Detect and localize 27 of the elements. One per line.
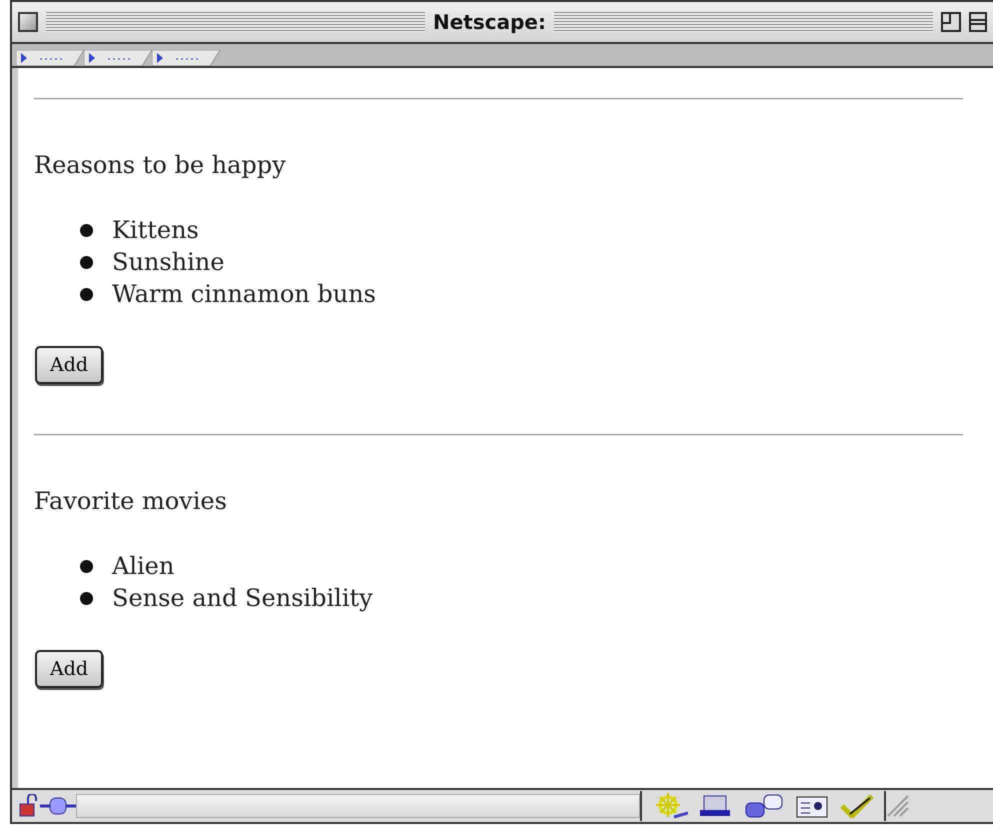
add-button[interactable]: Add	[35, 650, 104, 688]
bullet-icon	[80, 288, 93, 300]
zoom-box-icon[interactable]	[941, 12, 961, 32]
bullet-icon	[80, 592, 93, 604]
list-item: Warm cinnamon buns	[112, 280, 376, 308]
list-item: Kittens	[112, 216, 199, 244]
section-heading: Favorite movies	[34, 486, 228, 516]
bullet-icon	[80, 224, 93, 236]
tab-icon[interactable]	[16, 50, 84, 66]
list-item: Alien	[112, 552, 174, 580]
title-bar-stripes[interactable]	[554, 12, 933, 32]
list-item: Sense and Sensibility	[112, 584, 373, 612]
bullet-icon	[80, 256, 93, 268]
title-bar-stripes[interactable]	[46, 12, 425, 32]
tab-icon[interactable]	[152, 50, 220, 66]
resize-grip-icon[interactable]	[886, 794, 910, 818]
address-card-icon[interactable]	[796, 794, 828, 818]
tab-icon[interactable]	[84, 50, 152, 66]
lock-icon[interactable]	[18, 794, 40, 818]
close-box-icon[interactable]	[18, 12, 38, 32]
collapse-box-icon[interactable]	[969, 12, 987, 32]
list-item: Sunshine	[112, 248, 224, 276]
window-title: Netscape:	[433, 10, 546, 34]
bullet-icon	[80, 560, 93, 572]
chat-icon[interactable]	[744, 793, 784, 819]
add-button[interactable]: Add	[35, 346, 104, 384]
section-heading: Reasons to be happy	[34, 150, 287, 180]
